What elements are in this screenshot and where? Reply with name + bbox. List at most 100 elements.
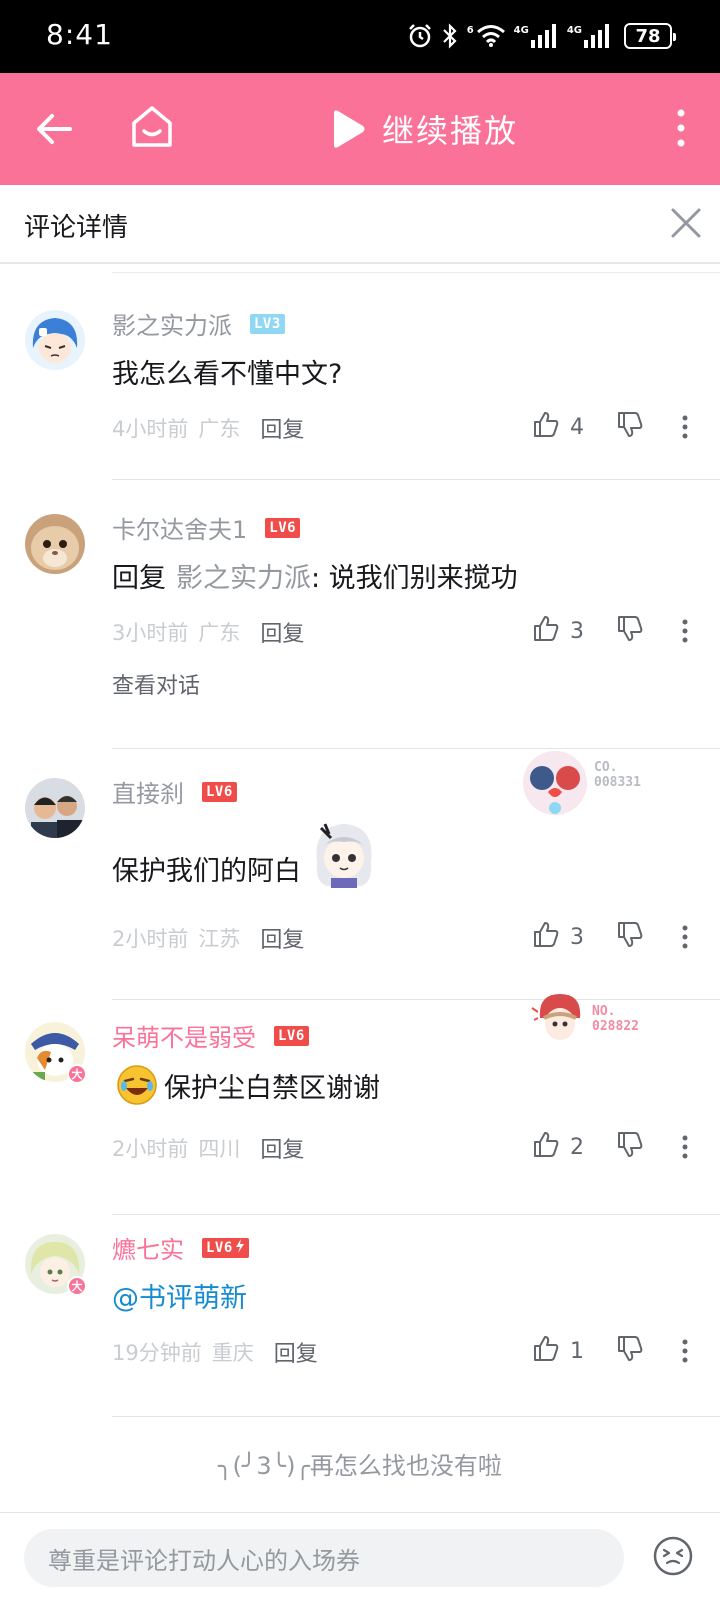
more-vertical-icon[interactable] <box>666 103 696 153</box>
dislike-button[interactable] <box>616 615 676 647</box>
more-vertical-icon[interactable] <box>676 619 694 643</box>
level-badge: LV6 <box>265 517 301 538</box>
like-button[interactable]: 2 <box>532 1130 616 1164</box>
continue-play-button[interactable]: 继续播放 <box>330 105 518 153</box>
comment-location: 广东 <box>198 621 241 645</box>
comment-location: 江苏 <box>198 927 241 951</box>
reply-button[interactable]: 回复 <box>260 1132 304 1164</box>
lightning-icon <box>235 1238 245 1257</box>
fan-badge-number: NO. 028822 <box>592 1004 639 1034</box>
thumbs-up-icon <box>532 1334 560 1368</box>
page-title: 评论详情 <box>24 213 129 243</box>
battery-level: 78 <box>635 25 661 47</box>
thumbs-up-icon <box>532 614 560 648</box>
dislike-button[interactable] <box>616 411 676 443</box>
level-badge: LV6 <box>274 1025 309 1046</box>
avatar[interactable] <box>25 310 85 370</box>
play-icon <box>330 109 366 149</box>
thumbs-down-icon <box>616 1335 644 1367</box>
more-vertical-icon[interactable] <box>676 1135 694 1159</box>
comment-input-bar: 尊重是评论打动人心的入场券 <box>0 1512 720 1602</box>
username[interactable]: 卡尔达舍夫1 <box>112 510 247 545</box>
level-badge-text: LV6 <box>206 1239 233 1256</box>
thumbs-up-icon <box>532 920 560 954</box>
dislike-button[interactable] <box>616 1335 676 1367</box>
like-button[interactable]: 1 <box>532 1334 616 1368</box>
like-button[interactable]: 3 <box>532 614 616 648</box>
comment-input[interactable]: 尊重是评论打动人心的入场券 <box>24 1529 624 1587</box>
comment-text: @书评萌新 <box>112 1276 247 1315</box>
like-button[interactable]: 4 <box>532 410 616 444</box>
signal-icon <box>584 24 612 48</box>
comment-meta: 3小时前 广东 回复 <box>112 616 304 648</box>
username-row: 影之实力派 LV3 <box>112 306 285 341</box>
comment-body: : 说我们别来搅功 <box>311 563 518 594</box>
comment-time: 4小时前 <box>112 417 189 441</box>
home-icon[interactable] <box>128 103 176 151</box>
more-vertical-icon[interactable] <box>676 925 694 949</box>
comment-time: 3小时前 <box>112 621 189 645</box>
username-row: 卡尔达舍夫1 LV6 <box>112 510 301 545</box>
fan-badge[interactable]: NO. 028822 <box>530 988 670 1058</box>
comment-actions: 3 <box>532 614 694 648</box>
comment-detail-header: 评论详情 <box>0 185 720 264</box>
more-vertical-icon[interactable] <box>676 1339 694 1363</box>
reply-prefix: 回复 <box>112 563 166 594</box>
username[interactable]: 直接刹 <box>112 774 184 809</box>
more-vertical-icon[interactable] <box>676 415 694 439</box>
reply-target-link[interactable]: 影之实力派 <box>176 556 311 595</box>
wifi-tag: 6 <box>466 24 474 36</box>
level-badge: LV6 <box>202 781 237 802</box>
bluetooth-icon <box>441 23 459 49</box>
level-badge: LV3 <box>250 313 285 334</box>
comment-actions: 2 <box>532 1130 694 1164</box>
thumbs-down-icon <box>616 615 644 647</box>
comment-actions: 1 <box>532 1334 694 1368</box>
username[interactable]: 影之实力派 <box>112 306 232 341</box>
reply-button[interactable]: 回复 <box>260 616 304 648</box>
laughing-emoji-icon <box>116 1064 158 1106</box>
comment-time: 2小时前 <box>112 927 189 951</box>
like-count: 3 <box>570 924 584 950</box>
signal-icon <box>530 24 559 48</box>
view-conversation-link[interactable]: 查看对话 <box>112 668 200 700</box>
divider <box>112 1416 720 1417</box>
status-bar: 8:41 6 4G 4G 78 <box>0 0 720 73</box>
comment-meta: 4小时前 广东 回复 <box>112 412 304 444</box>
thumbs-down-icon <box>616 411 644 443</box>
vip-badge: 大 <box>67 1276 87 1296</box>
end-of-list-text: ╮(╯3╰)╭再怎么找也没有啦 <box>218 1452 502 1480</box>
comment-text: 保护尘白禁区谢谢 <box>112 1064 380 1106</box>
dislike-button[interactable] <box>616 921 676 953</box>
network-tag-1: 4G <box>513 24 529 36</box>
continue-play-label: 继续播放 <box>382 112 519 150</box>
thumbs-down-icon <box>616 921 644 953</box>
thumbs-up-icon <box>532 410 560 444</box>
reply-button[interactable]: 回复 <box>260 922 304 954</box>
emoji-icon[interactable] <box>652 1535 694 1577</box>
avatar[interactable] <box>25 514 85 574</box>
comment-location: 广东 <box>198 417 241 441</box>
alarm-icon <box>407 23 433 49</box>
avatar[interactable] <box>25 778 85 838</box>
comment-body: 保护我们的阿白 <box>112 855 301 887</box>
like-count: 3 <box>570 618 584 644</box>
dislike-button[interactable] <box>616 1131 676 1163</box>
thumbs-up-icon <box>532 1130 560 1164</box>
battery-icon: 78 <box>624 23 676 49</box>
close-icon[interactable] <box>668 205 704 241</box>
top-bar: 继续播放 <box>0 73 720 185</box>
username-row: 爊七实 LV6 <box>112 1230 249 1265</box>
username[interactable]: 爊七实 <box>112 1230 184 1265</box>
reply-button[interactable]: 回复 <box>274 1336 318 1368</box>
username[interactable]: 呆萌不是弱受 <box>112 1018 256 1053</box>
like-button[interactable]: 3 <box>532 920 616 954</box>
comment-meta: 19分钟前 重庆 回复 <box>112 1336 318 1368</box>
mention-link[interactable]: @书评萌新 <box>112 1276 247 1315</box>
reply-button[interactable]: 回复 <box>260 412 304 444</box>
username-row: 呆萌不是弱受 LV6 <box>112 1018 309 1053</box>
back-arrow-icon[interactable] <box>32 105 80 153</box>
fan-badge[interactable]: CO. 008331 <box>520 748 660 818</box>
divider <box>112 272 720 273</box>
sticker-emote <box>307 816 381 890</box>
